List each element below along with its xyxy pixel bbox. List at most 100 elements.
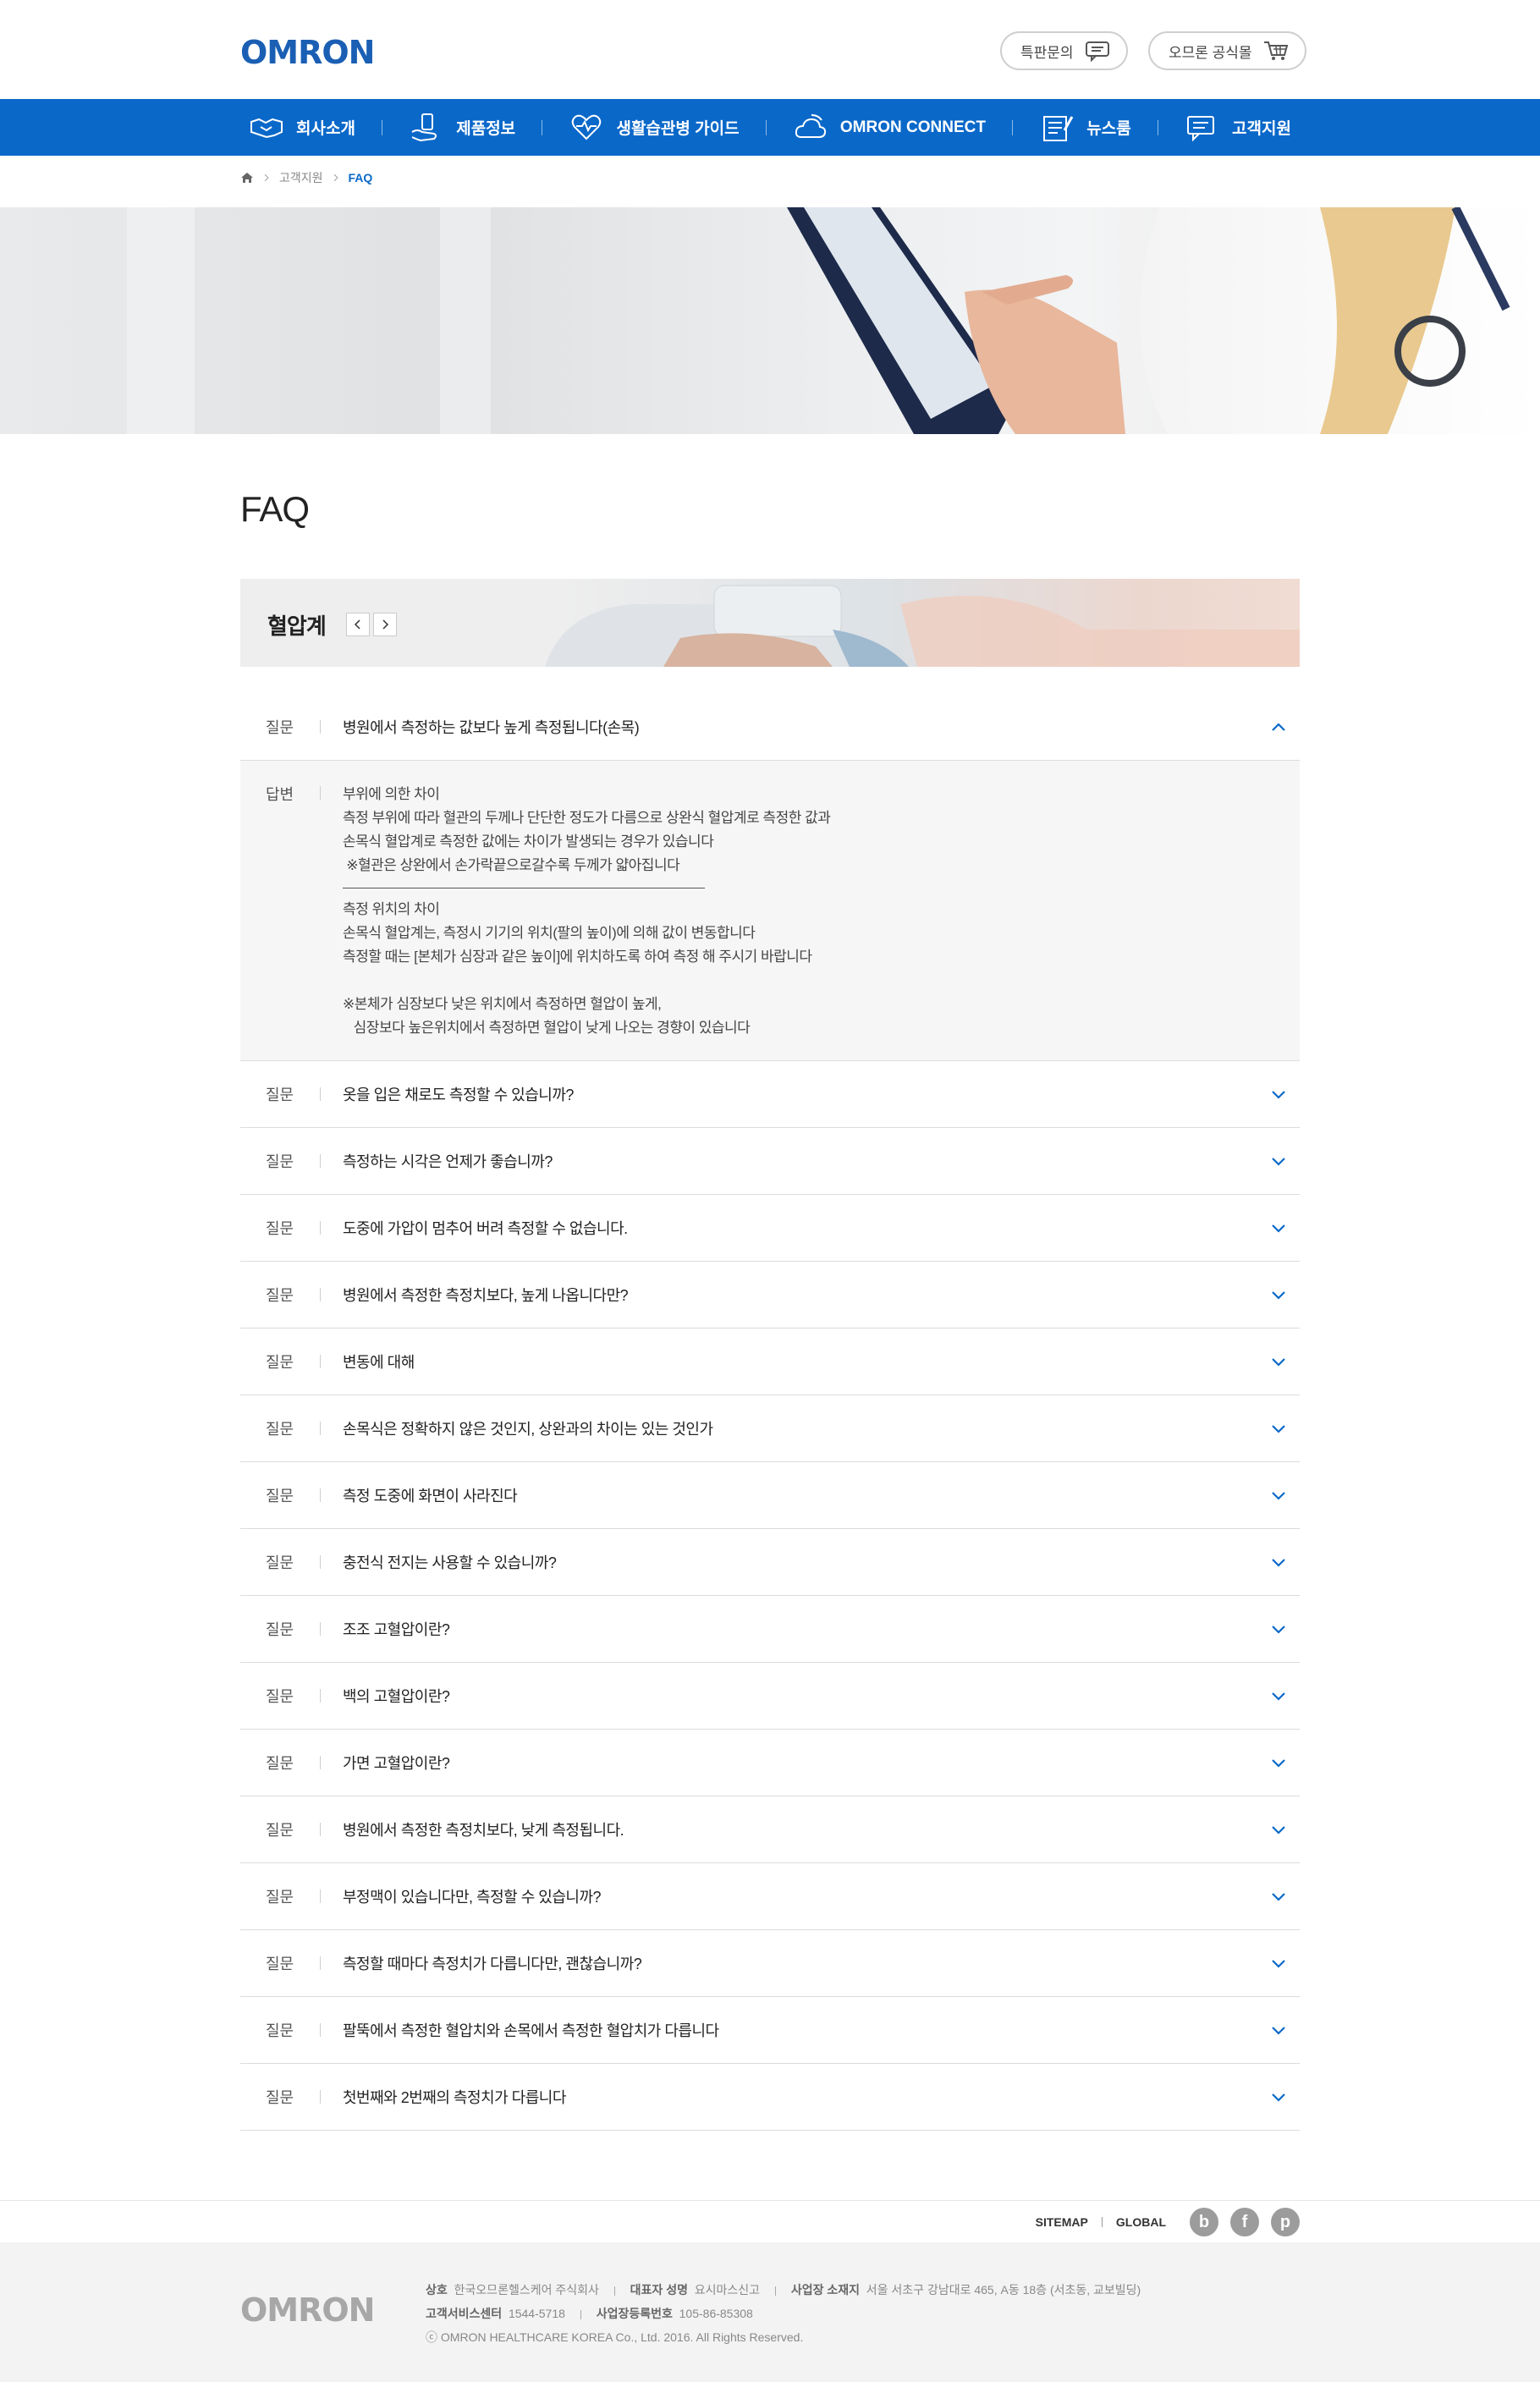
nav-products[interactable]: 제품정보 — [400, 99, 524, 156]
nav-lifestyle-guide[interactable]: 생활습관병 가이드 — [560, 99, 747, 156]
breadcrumb: 고객지원 FAQ — [240, 169, 372, 186]
nav-newsroom[interactable]: 뉴스룸 — [1031, 99, 1139, 156]
divider — [320, 1756, 321, 1769]
chat-icon — [1085, 41, 1109, 62]
faq-question[interactable]: 질문 손목식은 정확하지 않은 것인지, 상완과의 차이는 있는 것인가 — [240, 1395, 1300, 1462]
facebook-icon[interactable]: f — [1230, 2208, 1259, 2236]
company-label: 상호 — [426, 2283, 448, 2297]
faq-question[interactable]: 질문 가면 고혈압이란? — [240, 1730, 1300, 1796]
chevron-down-icon[interactable] — [1269, 1219, 1288, 1237]
sitemap-link[interactable]: SITEMAP — [1036, 2215, 1088, 2229]
chevron-down-icon[interactable] — [1269, 1152, 1288, 1170]
question-text: 손목식은 정확하지 않은 것인지, 상완과의 차이는 있는 것인가 — [343, 1421, 713, 1438]
chevron-down-icon[interactable] — [1269, 1753, 1288, 1772]
main-nav: 회사소개 제품정보 생활습관병 가이드 OMRON CONNECT 뉴스룸 고객… — [0, 99, 1540, 156]
faq-question[interactable]: 질문 부정맥이 있습니다만, 측정할 수 있습니까? — [240, 1863, 1300, 1930]
faq-question[interactable]: 질문 충전식 전지는 사용할 수 있습니까? — [240, 1529, 1300, 1596]
pinterest-icon[interactable]: p — [1271, 2208, 1300, 2236]
social-links: b f p — [1190, 2208, 1300, 2236]
faq-question-rows: 질문 옷을 입은 채로도 측정할 수 있습니까? 질문 측정하는 시각은 언제가 좋습… — [240, 1061, 1300, 2131]
chevron-down-icon[interactable] — [1269, 1887, 1288, 1906]
chevron-down-icon[interactable] — [1269, 1085, 1288, 1103]
faq-question[interactable]: 질문 병원에서 측정한 측정치보다, 낮게 측정됩니다. — [240, 1796, 1300, 1863]
nav-label: OMRON CONNECT — [839, 118, 986, 136]
page-title: FAQ — [240, 489, 310, 529]
answer-line: 측정 부위에 따라 혈관의 두께나 단단한 정도가 다름으로 상완식 혈압계로 … — [343, 810, 831, 826]
chevron-down-icon[interactable] — [1269, 1285, 1288, 1304]
chevron-down-icon[interactable] — [1269, 1620, 1288, 1638]
company-name: 한국오므론헬스케어 주식회사 — [454, 2283, 599, 2297]
nav-company[interactable]: 회사소개 — [240, 99, 364, 156]
faq-question[interactable]: 질문 변동에 대해 — [240, 1329, 1300, 1395]
category-title: 혈압계 — [267, 613, 327, 639]
divider — [320, 2023, 321, 2037]
address-label: 사업장 소재지 — [790, 2283, 860, 2297]
faq-question[interactable]: 질문 팔뚝에서 측정한 혈압치와 손목에서 측정한 혈압치가 다릅니다 — [240, 1997, 1300, 2064]
faq-question[interactable]: 질문 측정하는 시각은 언제가 좋습니까? — [240, 1128, 1300, 1195]
chevron-right-icon — [264, 173, 269, 182]
prev-category-button[interactable] — [346, 613, 370, 636]
answer-line: 측정할 때는 [본체가 심장과 같은 높이]에 위치하도록 하여 측정 해 주시… — [343, 949, 812, 965]
question-label: 질문 — [266, 1153, 294, 1170]
official-mall-button[interactable]: 오므론 공식몰 — [1148, 31, 1306, 70]
answer-line: ※본체가 심장보다 낮은 위치에서 측정하면 혈압이 높게, — [343, 996, 662, 1012]
divider — [320, 1622, 321, 1636]
copyright: ⓒ OMRON HEALTHCARE KOREA Co., Ltd. 2016.… — [426, 2330, 804, 2344]
chevron-down-icon[interactable] — [1269, 1820, 1288, 1839]
question-text: 병원에서 측정한 측정치보다, 높게 나옵니다만? — [343, 1287, 629, 1304]
site-footer: OMRON 상호 한국오므론헬스케어 주식회사 대표자 성명 요시마스신고 사업… — [0, 2242, 1540, 2382]
chevron-down-icon[interactable] — [1269, 2088, 1288, 2106]
divider — [580, 2309, 581, 2319]
bizno-label: 사업장등록번호 — [596, 2307, 673, 2320]
question-label: 질문 — [266, 1621, 294, 1638]
faq-question[interactable]: 질문 측정 도중에 화면이 사라진다 — [240, 1462, 1300, 1529]
chevron-down-icon[interactable] — [1269, 1954, 1288, 1972]
faq-question-open[interactable]: 질문 병원에서 측정하는 값보다 높게 측정됩니다(손목) — [240, 694, 1300, 761]
faq-question[interactable]: 질문 측정할 때마다 측정치가 다릅니다만, 괜찮습니까? — [240, 1930, 1300, 1997]
omron-logo[interactable]: OMRON — [240, 34, 375, 71]
divider — [320, 720, 321, 734]
category-banner: 혈압계 — [240, 579, 1300, 667]
divider — [320, 1355, 321, 1368]
question-label: 질문 — [266, 1488, 294, 1505]
chevron-down-icon[interactable] — [1269, 1553, 1288, 1571]
chevron-down-icon[interactable] — [1269, 1419, 1288, 1438]
chevron-down-icon[interactable] — [1269, 2021, 1288, 2039]
question-text: 도중에 가압이 멈추어 버려 측정할 수 없습니다. — [343, 1220, 628, 1237]
faq-answer: 답변 부위에 의한 차이 측정 부위에 따라 혈관의 두께나 단단한 정도가 다… — [240, 761, 1300, 1061]
faq-question[interactable]: 질문 백의 고혈압이란? — [240, 1663, 1300, 1730]
heart-care-icon — [572, 114, 602, 140]
chevron-right-icon — [382, 619, 389, 630]
question-label: 질문 — [266, 1421, 294, 1438]
special-sales-inquiry-button[interactable]: 특판문의 — [1000, 31, 1128, 70]
faq-question[interactable]: 질문 첫번째와 2번째의 측정치가 다릅니다 — [240, 2064, 1300, 2131]
divider — [320, 1154, 321, 1168]
question-label: 질문 — [266, 1822, 294, 1839]
chevron-down-icon[interactable] — [1269, 1686, 1288, 1705]
faq-question[interactable]: 질문 병원에서 측정한 측정치보다, 높게 나옵니다만? — [240, 1262, 1300, 1329]
cart-icon — [1263, 41, 1288, 60]
nav-customer-support[interactable]: 고객지원 — [1176, 99, 1300, 156]
faq-question[interactable]: 질문 도중에 가압이 멈추어 버려 측정할 수 없습니다. — [240, 1195, 1300, 1262]
question-text: 팔뚝에서 측정한 혈압치와 손목에서 측정한 혈압치가 다릅니다 — [343, 2022, 719, 2039]
chevron-down-icon[interactable] — [1269, 1486, 1288, 1505]
divider — [774, 2286, 776, 2296]
faq-question[interactable]: 질문 조조 고혈압이란? — [240, 1596, 1300, 1663]
question-label: 질문 — [266, 1889, 294, 1906]
nav-omron-connect[interactable]: OMRON CONNECT — [784, 99, 994, 156]
chevron-up-icon[interactable] — [1269, 718, 1288, 736]
divider — [320, 1689, 321, 1703]
chevron-down-icon[interactable] — [1269, 1352, 1288, 1371]
breadcrumb-support[interactable]: 고객지원 — [279, 169, 323, 186]
service-phone: 1544-5718 — [508, 2307, 565, 2320]
next-category-button[interactable] — [373, 613, 397, 636]
blog-icon[interactable]: b — [1190, 2208, 1218, 2236]
home-icon[interactable] — [240, 171, 254, 184]
answer-body: 부위에 의한 차이 측정 부위에 따라 혈관의 두께나 단단한 정도가 다름으로… — [343, 783, 831, 1040]
faq-question[interactable]: 질문 옷을 입은 채로도 측정할 수 있습니까? — [240, 1061, 1300, 1128]
question-text: 측정 도중에 화면이 사라진다 — [343, 1488, 518, 1505]
footer-logo: OMRON — [240, 2291, 375, 2329]
question-label: 질문 — [266, 1220, 294, 1237]
global-link[interactable]: GLOBAL — [1116, 2215, 1166, 2229]
nav-label: 제품정보 — [456, 120, 516, 138]
